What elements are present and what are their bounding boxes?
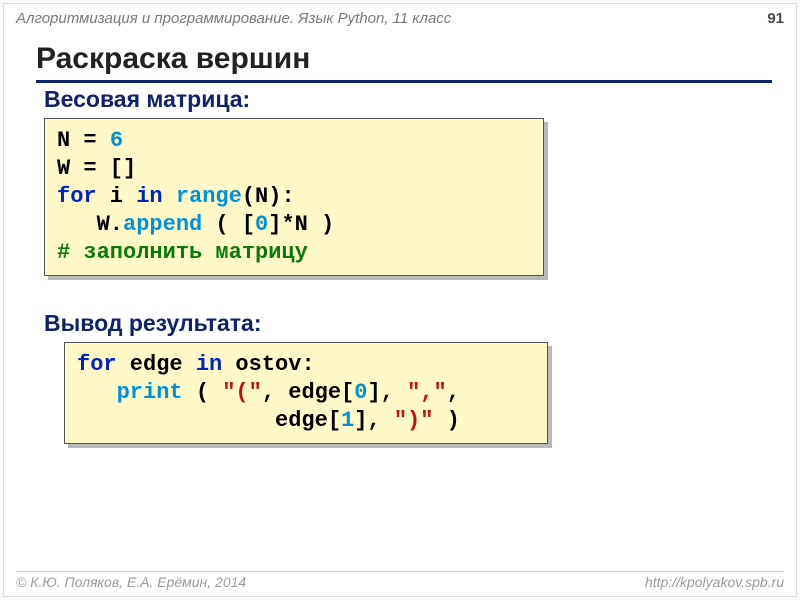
header: Алгоритмизация и программирование. Язык … xyxy=(16,10,784,27)
code-block-1: N = 6 W = [] for i in range(N): W.append… xyxy=(44,118,544,276)
footer: © К.Ю. Поляков, Е.А. Ерёмин, 2014 http:/… xyxy=(16,571,784,590)
slide-page: Алгоритмизация и программирование. Язык … xyxy=(3,3,797,597)
footer-copyright: © К.Ю. Поляков, Е.А. Ерёмин, 2014 xyxy=(16,574,246,590)
course-title: Алгоритмизация и программирование. Язык … xyxy=(16,10,451,27)
section-label-2: Вывод результата: xyxy=(44,310,262,337)
section-label-1: Весовая матрица: xyxy=(44,86,250,113)
page-title: Раскраска вершин xyxy=(36,42,772,83)
code-block-2: for edge in ostov: print ( "(", edge[0],… xyxy=(64,342,548,444)
footer-url: http://kpolyakov.spb.ru xyxy=(645,574,784,590)
page-number: 91 xyxy=(767,10,784,27)
